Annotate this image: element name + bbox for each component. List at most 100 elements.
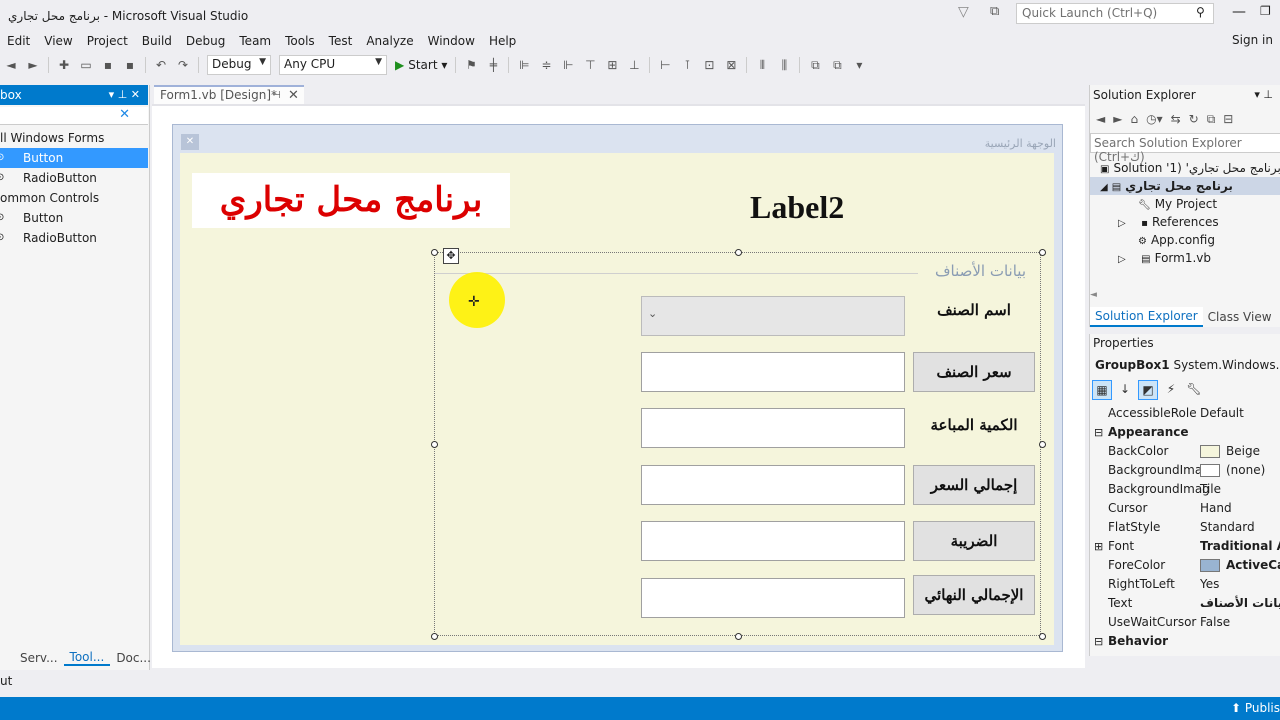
sign-in-link[interactable]: Sign in <box>1232 33 1273 47</box>
move-icon[interactable]: ✥ <box>443 248 459 264</box>
prop-font[interactable]: ⊞FontTraditional Arab <box>1090 537 1280 556</box>
toolbox-category-common-controls[interactable]: ommon Controls <box>0 188 148 208</box>
bring-front-icon[interactable]: ⧉ <box>807 57 823 73</box>
total-price-input[interactable] <box>641 465 905 505</box>
menu-tools[interactable]: Tools <box>278 31 322 51</box>
menu-view[interactable]: View <box>37 31 79 51</box>
vertical-spacing-icon[interactable]: ⫼ <box>776 57 792 73</box>
item-price-input[interactable] <box>641 352 905 392</box>
toolbox-item-button[interactable]: ⊙ Button <box>0 148 148 168</box>
tree-form1[interactable]: ▷ ▤ Form1.vb <box>1118 249 1211 267</box>
resize-handle[interactable] <box>1039 249 1046 256</box>
resize-handle[interactable] <box>431 633 438 640</box>
events-icon[interactable]: ⚡ <box>1161 380 1181 400</box>
prop-backgroundimagelayout[interactable]: BackgroundImag Tile <box>1090 480 1280 499</box>
back-icon[interactable]: ◄ <box>3 57 19 73</box>
resize-handle[interactable] <box>431 441 438 448</box>
overflow-icon[interactable]: ▾ <box>851 57 867 73</box>
home-icon[interactable]: ⌂ <box>1130 112 1138 126</box>
menu-window[interactable]: Window <box>421 31 482 51</box>
tab-class-view[interactable]: Class View <box>1203 308 1277 326</box>
tax-input[interactable] <box>641 521 905 561</box>
tree-my-project[interactable]: 🔧︎ My Project <box>1138 195 1217 213</box>
resize-handle[interactable] <box>735 249 742 256</box>
tree-references[interactable]: ▷ ▪ References <box>1118 213 1219 231</box>
toolbox-search-input[interactable]: ✕ <box>0 107 148 125</box>
align-middle-icon[interactable]: ⊞ <box>604 57 620 73</box>
quantity-sold-input[interactable] <box>641 408 905 448</box>
alphabetical-icon[interactable]: ↓ <box>1115 380 1135 400</box>
clear-icon[interactable]: ✕ <box>119 107 130 122</box>
save-all-icon[interactable]: ▪ <box>122 57 138 73</box>
categorized-icon[interactable]: ▦ <box>1092 380 1112 400</box>
solution-search-input[interactable]: Search Solution Explorer (Ctrl+ك) <box>1090 133 1280 164</box>
close-icon[interactable]: ✕ <box>288 87 299 104</box>
forward-icon[interactable]: ► <box>25 57 41 73</box>
prop-usewaitcursor[interactable]: UseWaitCursor False <box>1090 613 1280 632</box>
search-icon[interactable]: ⚲ <box>1196 5 1205 19</box>
align-right-icon[interactable]: ⊩ <box>560 57 576 73</box>
open-folder-icon[interactable]: ▭ <box>78 57 94 73</box>
menu-edit[interactable]: Edit <box>0 31 37 51</box>
align-bottom-icon[interactable]: ⊥ <box>626 57 642 73</box>
final-total-button[interactable]: الإجمالي النهائي <box>913 575 1035 615</box>
menu-help[interactable]: Help <box>482 31 523 51</box>
horizontal-scrollbar[interactable]: ◄ <box>1090 290 1280 302</box>
tree-project[interactable]: ◢ ▤ برنامج محل تجاري <box>1090 177 1280 195</box>
item-name-combo[interactable]: ⌄ <box>641 296 905 336</box>
pin-icon[interactable]: ▾ ⊥ ✕ <box>109 85 140 105</box>
tab-solution-explorer[interactable]: Solution Explorer <box>1090 306 1203 327</box>
redo-icon[interactable]: ↷ <box>175 57 191 73</box>
prop-cursor[interactable]: Cursor Hand <box>1090 499 1280 518</box>
prop-forecolor[interactable]: ForeColorActiveCap <box>1090 556 1280 575</box>
save-icon[interactable]: ▪ <box>100 57 116 73</box>
prop-category-appearance[interactable]: ⊟ Appearance <box>1090 423 1280 442</box>
restore-icon[interactable]: ❐ <box>1260 4 1271 18</box>
close-icon[interactable]: ✕ <box>181 134 199 150</box>
toolbox-item-radiobutton[interactable]: ⊙ RadioButton <box>0 228 148 248</box>
tree-app-config[interactable]: ⚙ App.config <box>1138 231 1215 249</box>
back-icon[interactable]: ◄ <box>1096 112 1105 126</box>
resize-handle[interactable] <box>1039 633 1046 640</box>
toolbox-item-radiobutton[interactable]: ⊙ RadioButton <box>0 168 148 188</box>
start-button[interactable]: ▶ Start ▾ <box>395 58 447 72</box>
size-to-grid-icon[interactable]: ⊠ <box>723 57 739 73</box>
prop-accessiblerole[interactable]: AccessibleRole Default <box>1090 404 1280 423</box>
toolbox-category-windows-forms[interactable]: ll Windows Forms <box>0 128 148 148</box>
label1-title[interactable]: برنامج محل تجاري <box>192 173 510 228</box>
browser-link-icon[interactable]: ⚑ <box>463 57 479 73</box>
menu-project[interactable]: Project <box>80 31 135 51</box>
pin-icon[interactable]: ▾ ⊥ <box>1254 85 1273 105</box>
minimize-icon[interactable]: — <box>1232 4 1246 20</box>
properties-icon[interactable]: ◩ <box>1138 380 1158 400</box>
prop-category-behavior[interactable]: ⊟ Behavior <box>1090 632 1280 651</box>
same-size-icon[interactable]: ⊡ <box>701 57 717 73</box>
config-select[interactable]: Debug ▼ <box>207 55 271 75</box>
output-tab[interactable]: ut <box>0 670 1280 697</box>
menu-build[interactable]: Build <box>135 31 179 51</box>
tab-toolbox[interactable]: Tool... <box>63 650 111 666</box>
label2[interactable]: Label2 <box>750 189 844 226</box>
prop-flatstyle[interactable]: FlatStyle Standard <box>1090 518 1280 537</box>
tree-solution[interactable]: ▣Solution 'برنامج محل تجاري' (1 p <box>1100 159 1280 177</box>
groupbox-items[interactable]: بيانات الأصناف ✥ ✛ ⌄ اسم الصنف سعر الصنف <box>431 248 1046 640</box>
prop-text[interactable]: Text بيانات الأصناف <box>1090 594 1280 613</box>
send-back-icon[interactable]: ⧉ <box>829 57 845 73</box>
publish-button[interactable]: ⬆ Publis <box>1231 697 1280 720</box>
properties-icon[interactable]: ⊟ <box>1223 112 1233 126</box>
same-width-icon[interactable]: ⊢ <box>657 57 673 73</box>
menu-team[interactable]: Team <box>232 31 278 51</box>
new-project-icon[interactable]: ✚ <box>56 57 72 73</box>
tax-button[interactable]: الضريبة <box>913 521 1035 561</box>
item-price-button[interactable]: سعر الصنف <box>913 352 1035 392</box>
final-total-input[interactable] <box>641 578 905 618</box>
align-top-icon[interactable]: ⊤ <box>582 57 598 73</box>
prop-backcolor[interactable]: BackColor Beige <box>1090 442 1280 461</box>
feedback-icon[interactable]: ⧉ <box>990 4 1008 20</box>
form-window[interactable]: ✕ الوجهة الرئيسية برنامج محل تجاري Label… <box>172 124 1063 652</box>
solution-explorer-header[interactable]: Solution Explorer ▾ ⊥ <box>1090 85 1280 105</box>
prop-backgroundimage[interactable]: BackgroundImag (none) <box>1090 461 1280 480</box>
grid-icon[interactable]: ╪ <box>485 57 501 73</box>
undo-icon[interactable]: ↶ <box>153 57 169 73</box>
pin-icon[interactable]: ⊣ <box>272 87 281 104</box>
